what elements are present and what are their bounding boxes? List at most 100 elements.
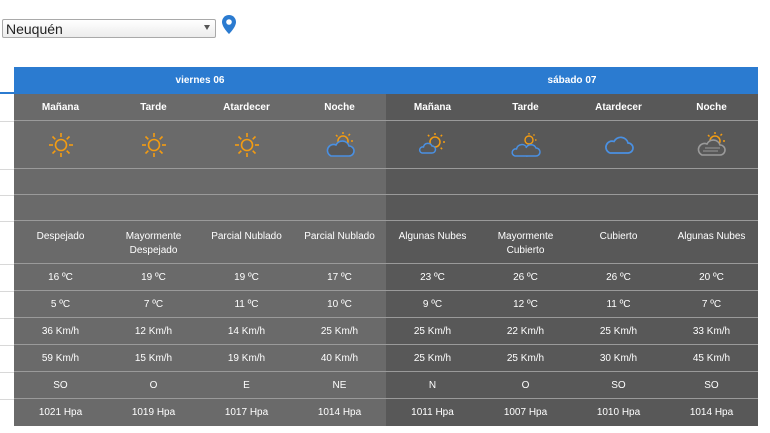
wind-gust: 15 Km/h bbox=[134, 352, 173, 364]
left-edge-divider bbox=[0, 195, 14, 196]
wind-gust: 40 Km/h bbox=[320, 352, 359, 364]
condition-text: Algunas Nubes bbox=[677, 231, 746, 242]
empty-row bbox=[14, 169, 386, 195]
empty-cell bbox=[386, 195, 479, 220]
empty-cell bbox=[107, 169, 200, 194]
map-pin-icon[interactable] bbox=[222, 15, 240, 37]
sun-icon bbox=[107, 121, 200, 168]
empty-cell bbox=[479, 169, 572, 194]
location-select-value: Neuquén bbox=[6, 20, 63, 37]
period-label: Mañana bbox=[41, 101, 80, 113]
pressure: 1014 Hpa bbox=[689, 407, 734, 418]
left-edge-divider bbox=[0, 318, 14, 319]
wind-speed: 12 Km/h bbox=[134, 325, 173, 337]
temp-max-row: 23 ºC 26 ºC 26 ºC 20 ºC bbox=[386, 264, 758, 291]
pressure: 1021 Hpa bbox=[38, 407, 83, 418]
top-bar: Neuquén bbox=[0, 0, 770, 60]
temp-min: 7 ºC bbox=[701, 298, 722, 310]
condition-text: Algunas Nubes bbox=[398, 231, 467, 242]
pressure: 1011 Hpa bbox=[411, 407, 454, 418]
wind-speed: 33 Km/h bbox=[692, 325, 731, 337]
cloud-icon bbox=[572, 121, 665, 168]
wind-gust-row: 59 Km/h 15 Km/h 19 Km/h 40 Km/h bbox=[14, 345, 386, 372]
condition-text-row: Despejado Mayormente Despejado Parcial Nub… bbox=[14, 221, 386, 264]
empty-row bbox=[386, 195, 758, 221]
temp-min: 5 ºC bbox=[50, 298, 71, 310]
pressure: 1019 Hpa bbox=[131, 407, 176, 418]
period-label: Atardecer bbox=[595, 101, 642, 113]
wind-direction: SO bbox=[53, 379, 68, 391]
left-edge-divider bbox=[0, 291, 14, 292]
condition-text: Mayormente Despejado bbox=[125, 231, 182, 256]
temp-min-row: 9 ºC 12 ºC 11 ºC 7 ºC bbox=[386, 291, 758, 318]
empty-cell bbox=[293, 195, 386, 220]
condition-text: Parcial Nublado bbox=[211, 231, 282, 242]
period-label: Tarde bbox=[140, 101, 167, 113]
pressure: 1014 Hpa bbox=[317, 407, 362, 418]
period-label-row: Mañana Tarde Atardecer Noche bbox=[386, 94, 758, 121]
wind-direction: E bbox=[243, 379, 250, 391]
wind-direction-row: SO O E NE bbox=[14, 372, 386, 399]
wind-speed: 14 Km/h bbox=[227, 325, 266, 337]
left-edge-divider bbox=[0, 345, 14, 346]
empty-row bbox=[386, 169, 758, 195]
empty-cell bbox=[14, 169, 107, 194]
wind-gust: 19 Km/h bbox=[227, 352, 266, 364]
chevron-down-icon bbox=[204, 25, 210, 30]
temp-min: 7 ºC bbox=[143, 298, 164, 310]
wind-speed: 36 Km/h bbox=[41, 325, 80, 337]
period-label: Mañana bbox=[413, 101, 452, 113]
sun-grey-cloud-icon bbox=[665, 121, 758, 168]
wind-gust: 25 Km/h bbox=[413, 352, 452, 364]
forecast-table: viernes 06 sábado 07 Mañana Tarde Atardece… bbox=[14, 67, 758, 426]
period-label: Noche bbox=[324, 101, 355, 113]
day-block-sabado: Mañana Tarde Atardecer Noche Algunas Nubes Ma… bbox=[386, 94, 758, 426]
temp-max-row: 16 ºC 19 ºC 19 ºC 17 ºC bbox=[14, 264, 386, 291]
left-edge-divider bbox=[0, 121, 14, 122]
wind-direction-row: N O SO SO bbox=[386, 372, 758, 399]
left-edge-divider bbox=[0, 372, 14, 373]
condition-text: Cubierto bbox=[599, 231, 638, 242]
temp-max: 16 ºC bbox=[48, 271, 73, 283]
temp-max: 19 ºC bbox=[234, 271, 259, 283]
empty-cell bbox=[665, 195, 758, 220]
sun-cloud-icon bbox=[293, 121, 386, 168]
empty-cell bbox=[200, 195, 293, 220]
temp-max: 26 ºC bbox=[513, 271, 538, 283]
wind-speed: 22 Km/h bbox=[506, 325, 545, 337]
condition-text: Despejado bbox=[36, 231, 85, 242]
day-block-viernes: Mañana Tarde Atardecer Noche Despejado Mayorm… bbox=[14, 94, 386, 426]
empty-cell bbox=[479, 195, 572, 220]
empty-row bbox=[14, 195, 386, 221]
wind-speed-row: 36 Km/h 12 Km/h 14 Km/h 25 Km/h bbox=[14, 318, 386, 345]
day-header-row: viernes 06 sábado 07 bbox=[14, 67, 758, 94]
sun-icon bbox=[200, 121, 293, 168]
sun-small-cloud-icon bbox=[386, 121, 479, 168]
wind-gust: 25 Km/h bbox=[506, 352, 545, 364]
empty-cell bbox=[293, 169, 386, 194]
left-edge-column bbox=[0, 66, 14, 425]
temp-max: 20 ºC bbox=[699, 271, 724, 283]
condition-text-row: Algunas Nubes Mayormente Cubierto Cubierto… bbox=[386, 221, 758, 264]
left-edge-header bbox=[0, 66, 14, 94]
pressure: 1007 Hpa bbox=[503, 407, 548, 418]
left-edge-divider bbox=[0, 399, 14, 400]
left-edge-divider bbox=[0, 264, 14, 265]
day-header: sábado 07 bbox=[547, 75, 597, 86]
temp-min-row: 5 ºC 7 ºC 11 ºC 10 ºC bbox=[14, 291, 386, 318]
wind-gust: 30 Km/h bbox=[599, 352, 638, 364]
empty-cell bbox=[665, 169, 758, 194]
period-label: Tarde bbox=[512, 101, 539, 113]
sun-icon bbox=[14, 121, 107, 168]
wind-direction: O bbox=[149, 379, 158, 391]
left-edge-divider bbox=[0, 221, 14, 222]
empty-cell bbox=[572, 195, 665, 220]
wind-gust-row: 25 Km/h 25 Km/h 30 Km/h 45 Km/h bbox=[386, 345, 758, 372]
location-select[interactable]: Neuquén bbox=[2, 19, 216, 38]
forecast-grid: Mañana Tarde Atardecer Noche Despejado Mayorm… bbox=[14, 94, 758, 426]
temp-min: 11 ºC bbox=[234, 298, 259, 310]
period-label: Atardecer bbox=[223, 101, 270, 113]
wind-gust: 59 Km/h bbox=[41, 352, 80, 364]
pressure: 1017 Hpa bbox=[224, 407, 269, 418]
empty-cell bbox=[572, 169, 665, 194]
